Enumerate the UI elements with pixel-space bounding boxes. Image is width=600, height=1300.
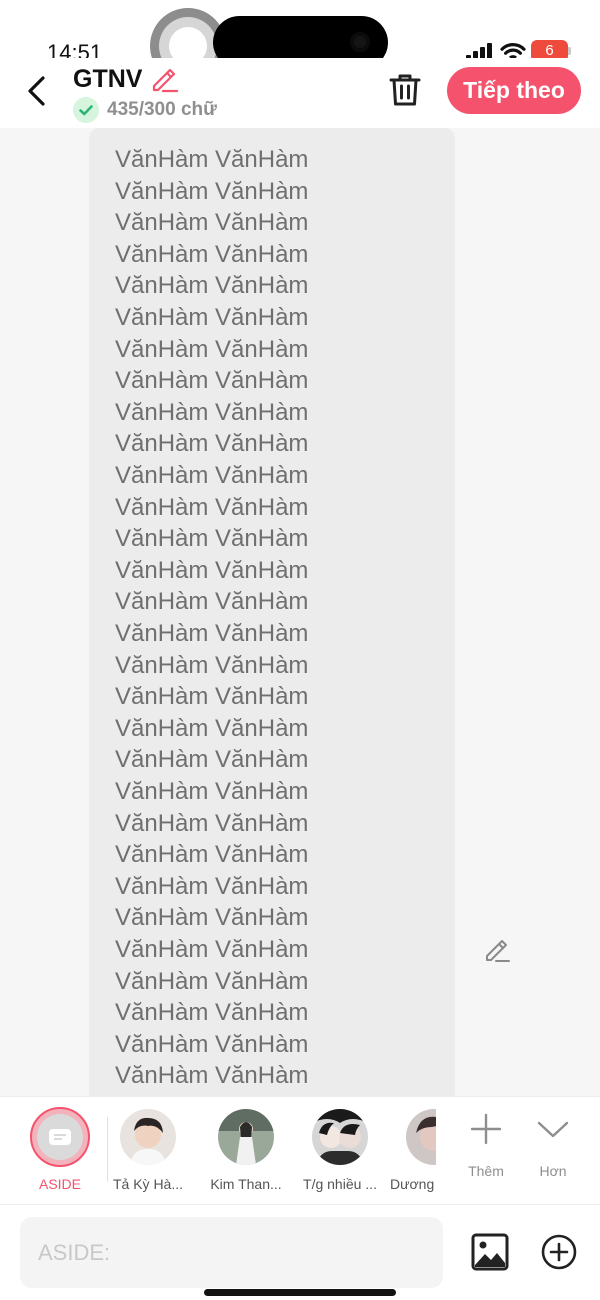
text-line: VănHàm VănHàm [115, 304, 309, 331]
text-line: VănHàm VănHàm [115, 651, 309, 679]
text-line: VănHàm VănHàm [115, 430, 309, 458]
edit-block-icon[interactable] [483, 936, 511, 964]
text-line: VănHàm VănHàm [115, 904, 309, 932]
text-line: VănHàm VănHàm [115, 841, 309, 869]
text-line: VănHàm VănHàm [115, 967, 309, 995]
text-line: VănHàm VănHàm [115, 1030, 309, 1058]
text-line: VănHàm VănHàm [115, 272, 309, 300]
character-name: T/g nhiều ... [303, 1176, 377, 1192]
text-line: VănHàm VănHàm [115, 525, 309, 553]
add-character-button[interactable]: Thêm [456, 1113, 516, 1185]
character-item[interactable]: T/g nhiều ... [298, 1109, 382, 1199]
plus-icon [470, 1113, 502, 1145]
edit-title-icon[interactable] [149, 64, 179, 94]
expand-button[interactable]: Hơn [523, 1113, 583, 1185]
avatar [406, 1109, 436, 1165]
avatar [218, 1109, 274, 1165]
aside-input[interactable] [20, 1217, 443, 1288]
text-line: VănHàm VănHàm [115, 620, 309, 647]
avatar [312, 1109, 368, 1165]
character-name: Kim Than... [210, 1176, 282, 1192]
text-line: VănHàm VănHàm [115, 936, 309, 963]
header: GTNV 435/300 chữ Tiếp theo [0, 58, 600, 128]
character-item[interactable]: Tả Kỳ Hà... [106, 1109, 190, 1199]
aside-character-button[interactable] [30, 1107, 90, 1167]
text-line: VănHàm VănHàm [115, 240, 309, 268]
camera-icon [350, 32, 370, 52]
page-title: GTNV [73, 65, 143, 93]
character-item[interactable]: Dương [386, 1109, 436, 1199]
text-line: VănHàm VănHàm [115, 1062, 309, 1090]
text-line: VănHàm VănHàm [115, 809, 309, 837]
word-count: 435/300 chữ [107, 99, 217, 120]
text-line: VănHàm VănHàm [115, 493, 309, 521]
chat-bubble-icon [49, 1129, 71, 1145]
text-line: VănHàm VănHàm [115, 398, 309, 426]
more-label: Thêm [468, 1163, 504, 1179]
battery-cap [568, 47, 571, 55]
avatar [120, 1109, 176, 1165]
character-bar: ASIDE Tả Kỳ Hà... Kim Than... T/g nhiều … [0, 1096, 600, 1204]
text-line: VănHàm VănHàm [115, 588, 309, 616]
text-line: VănHàm VănHàm [115, 778, 309, 805]
text-line: VănHàm VănHàm [115, 335, 309, 363]
text-line: VănHàm VănHàm [115, 683, 309, 711]
content-area[interactable]: VănHàm VănHàm VănHàm VănHàm VănHàm VănHàm V… [0, 128, 600, 1096]
input-bar [0, 1204, 600, 1300]
text-line: VănHàm VănHàm [115, 872, 309, 900]
character-item[interactable]: Kim Than... [204, 1109, 288, 1199]
expand-label: Hơn [539, 1163, 567, 1179]
aside-avatar [37, 1114, 83, 1160]
text-line: VănHàm VănHàm [115, 146, 309, 173]
back-arrow-icon[interactable] [24, 74, 50, 108]
character-name: Dương [390, 1176, 435, 1192]
text-line: VănHàm VănHàm [115, 714, 309, 742]
text-line: VănHàm VănHàm [115, 177, 309, 205]
aside-label: ASIDE [38, 1176, 81, 1192]
text-line: VănHàm VănHàm [115, 209, 309, 237]
image-icon[interactable] [471, 1233, 509, 1271]
text-line: VănHàm VănHàm [115, 462, 309, 489]
text-line: VănHàm VănHàm [115, 556, 309, 584]
character-name: Tả Kỳ Hà... [112, 1176, 184, 1192]
screen: 14:51 6 GTNV 435/300 chữ Tiếp theo VănHà… [0, 0, 600, 1300]
home-indicator [204, 1289, 396, 1296]
text-line: VănHàm VănHàm [115, 367, 309, 395]
chevron-down-icon [537, 1121, 569, 1138]
next-button[interactable]: Tiếp theo [447, 67, 581, 114]
add-circle-icon[interactable] [541, 1234, 577, 1270]
check-circle-icon [73, 97, 99, 123]
text-line: VănHàm VănHàm [115, 746, 309, 774]
trash-icon[interactable] [388, 72, 422, 108]
text-line: VănHàm VănHàm [115, 999, 309, 1027]
text-block[interactable]: VănHàm VănHàm VănHàm VănHàm VănHàm VănHàm V… [89, 128, 455, 1096]
